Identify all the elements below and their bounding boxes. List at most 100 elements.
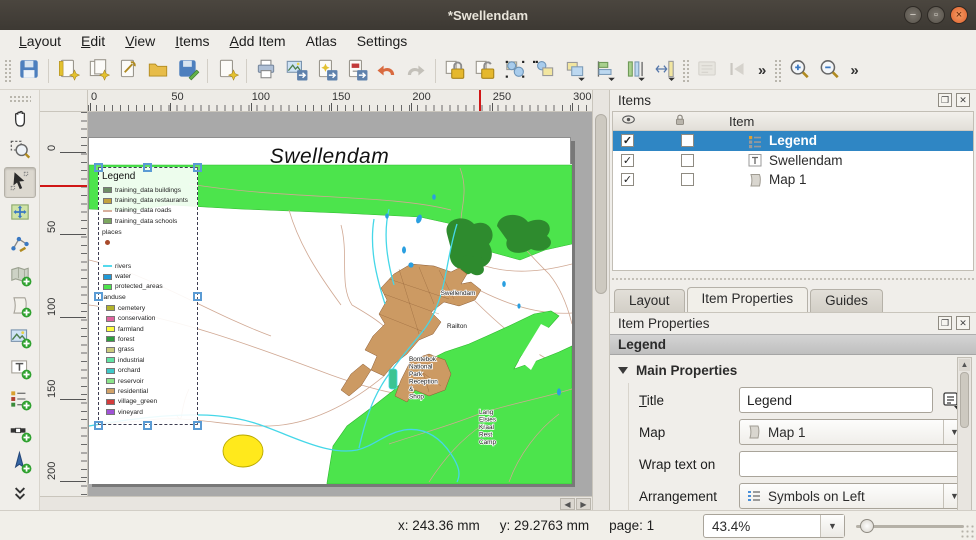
selection-handle[interactable]: [193, 163, 202, 172]
group-items-button[interactable]: [500, 56, 530, 86]
close-panel-icon[interactable]: ✕: [956, 93, 970, 107]
add-3d-map-tool[interactable]: [4, 292, 36, 323]
add-legend-tool[interactable]: [4, 385, 36, 416]
add-picture-tool[interactable]: [4, 323, 36, 354]
window-resize-grip[interactable]: [960, 524, 974, 538]
duplicate-layout-button[interactable]: [83, 56, 113, 86]
more-tools-tool[interactable]: [4, 479, 36, 510]
tab-guides[interactable]: Guides: [810, 289, 883, 312]
zoom-out-button[interactable]: [814, 56, 844, 86]
scroll-right-arrow-icon[interactable]: ▶: [576, 498, 591, 510]
wrap-text-input[interactable]: [739, 451, 966, 477]
close-panel-icon[interactable]: ✕: [956, 316, 970, 330]
map-combobox[interactable]: Map 1 ▼: [739, 419, 966, 445]
menu-edit[interactable]: Edit: [72, 31, 114, 51]
items-row-map-1[interactable]: ✓Map 1: [613, 170, 973, 190]
selection-handle[interactable]: [143, 421, 152, 430]
menu-layout[interactable]: Layout: [10, 31, 70, 51]
save-layout-button[interactable]: [14, 56, 44, 86]
align-items-icon: [593, 57, 617, 84]
legend-entry: orchard: [102, 365, 197, 375]
export-pdf-button[interactable]: [341, 56, 371, 86]
scroll-left-arrow-icon[interactable]: ◀: [560, 498, 575, 510]
save-as-template-button[interactable]: [173, 56, 203, 86]
visibility-checkbox[interactable]: ✓: [621, 154, 634, 167]
zoom-tool[interactable]: [4, 136, 36, 167]
ungroup-items-button[interactable]: [530, 56, 560, 86]
title-input[interactable]: [739, 387, 933, 413]
redo-button[interactable]: [401, 56, 431, 86]
add-label-tool[interactable]: [4, 354, 36, 385]
pan-tool[interactable]: [4, 105, 36, 136]
canvas-horizontal-scrollbar[interactable]: ◀ ▶: [40, 496, 592, 510]
layout-manager-button[interactable]: [113, 56, 143, 86]
lock-checkbox[interactable]: [681, 134, 694, 147]
menu-items[interactable]: Items: [166, 31, 218, 51]
print-button[interactable]: [251, 56, 281, 86]
select-move-item-tool[interactable]: [4, 167, 36, 198]
item-properties-panel: Item Properties ❐ ✕ Legend Main Properti…: [610, 312, 976, 510]
export-image-button[interactable]: [281, 56, 311, 86]
map-field-label: Map: [639, 425, 739, 440]
float-panel-icon[interactable]: ❐: [938, 316, 952, 330]
scrollbar-thumb[interactable]: [960, 372, 969, 428]
lock-checkbox[interactable]: [681, 173, 694, 186]
selection-handle[interactable]: [94, 421, 103, 430]
items-row-swellendam[interactable]: ✓Swellendam: [613, 151, 973, 171]
export-svg-button[interactable]: [311, 56, 341, 86]
lock-checkbox[interactable]: [681, 154, 694, 167]
selection-handle[interactable]: [94, 163, 103, 172]
toolbar-overflow-button[interactable]: »: [844, 62, 864, 79]
zoom-in-button[interactable]: [784, 56, 814, 86]
tab-layout[interactable]: Layout: [614, 289, 685, 312]
items-row-legend[interactable]: ✓Legend: [613, 131, 973, 151]
add-items-from-template-button[interactable]: [212, 56, 242, 86]
add-scalebar-tool[interactable]: [4, 416, 36, 447]
scrollbar-thumb[interactable]: [595, 114, 607, 294]
arrangement-combobox[interactable]: Symbols on Left ▼: [739, 483, 966, 509]
resize-items-button[interactable]: [650, 56, 680, 86]
canvas-vertical-scrollbar[interactable]: [592, 90, 610, 510]
add-north-arrow-tool[interactable]: [4, 448, 36, 479]
zoom-level-combobox[interactable]: 43.4% ▼: [703, 514, 845, 538]
lock-items-button[interactable]: [440, 56, 470, 86]
collapse-triangle-icon[interactable]: [618, 367, 628, 374]
zoom-slider-handle[interactable]: [860, 519, 874, 533]
distribute-items-button[interactable]: [620, 56, 650, 86]
layout-page[interactable]: Swellendam: [88, 137, 571, 483]
main-properties-section[interactable]: Main Properties: [618, 363, 737, 378]
menu-atlas[interactable]: Atlas: [297, 31, 346, 51]
close-button[interactable]: ×: [950, 6, 968, 24]
zoom-slider[interactable]: [856, 525, 964, 528]
visibility-checkbox[interactable]: ✓: [621, 173, 634, 186]
raise-items-button[interactable]: [560, 56, 590, 86]
maximize-button[interactable]: ▫: [927, 6, 945, 24]
undo-button[interactable]: [371, 56, 401, 86]
refresh-view-button[interactable]: [692, 56, 722, 86]
atlas-first-button[interactable]: [722, 56, 752, 86]
selection-handle[interactable]: [193, 421, 202, 430]
toolbar-overflow-button[interactable]: »: [752, 62, 772, 79]
selection-handle[interactable]: [143, 163, 152, 172]
scroll-up-arrow-icon[interactable]: ▲: [959, 359, 970, 371]
unlock-items-button[interactable]: [470, 56, 500, 86]
panel-splitter-handle[interactable]: [610, 275, 976, 283]
minimize-button[interactable]: −: [904, 6, 922, 24]
new-layout-button[interactable]: [53, 56, 83, 86]
menu-view[interactable]: View: [116, 31, 164, 51]
selection-handle[interactable]: [193, 292, 202, 301]
edit-nodes-tool[interactable]: [4, 230, 36, 261]
move-item-content-tool[interactable]: [4, 198, 36, 229]
visibility-checkbox[interactable]: ✓: [621, 134, 634, 147]
add-map-tool[interactable]: [4, 261, 36, 292]
layout-canvas[interactable]: Swellendam: [88, 112, 592, 496]
menu-settings[interactable]: Settings: [348, 31, 417, 51]
open-layout-button[interactable]: [143, 56, 173, 86]
float-panel-icon[interactable]: ❐: [938, 93, 952, 107]
tab-item-properties[interactable]: Item Properties: [687, 287, 809, 312]
selection-handle[interactable]: [94, 292, 103, 301]
menu-add-item[interactable]: Add Item: [221, 31, 295, 51]
legend-item[interactable]: Legend training_data buildingstraining_d…: [98, 167, 198, 425]
align-items-button[interactable]: [590, 56, 620, 86]
chevron-down-icon[interactable]: ▼: [820, 515, 844, 537]
